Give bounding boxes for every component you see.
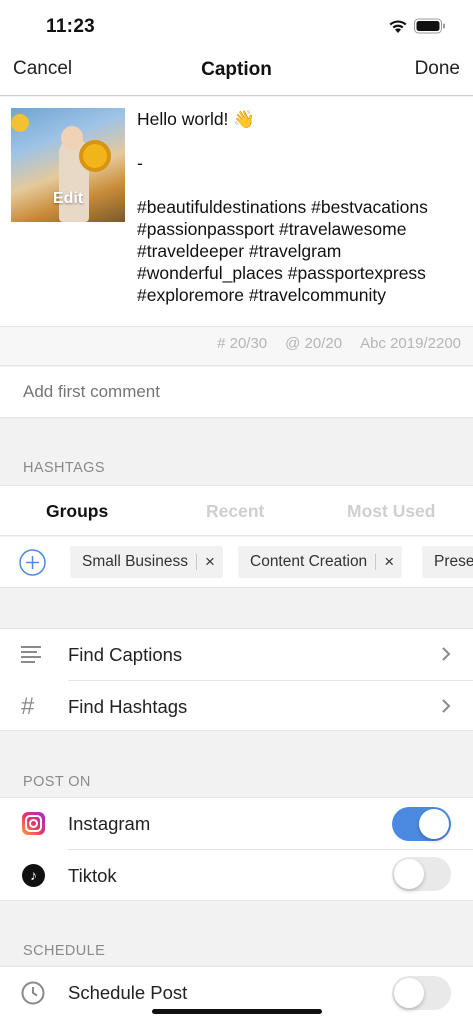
platform-label: Tiktok <box>68 865 117 886</box>
character-count: Abc 2019/2200 <box>360 335 461 352</box>
caption-line: #exploremore #travelcommunity <box>137 285 386 305</box>
status-time: 11:23 <box>46 16 96 37</box>
schedule-toggle[interactable] <box>392 976 451 1010</box>
caption-line: - <box>137 153 143 173</box>
find-captions-row[interactable]: Find Captions <box>0 629 473 681</box>
chip-label: Content Creation <box>250 553 368 570</box>
wifi-icon <box>389 20 407 33</box>
find-hashtags-label: Find Hashtags <box>68 696 188 717</box>
find-hashtags-row[interactable]: # Find Hashtags <box>0 681 473 732</box>
hashtags-header: HASHTAGS <box>23 460 105 476</box>
post-on-header: POST ON <box>23 774 91 790</box>
chevron-right-icon <box>442 699 451 713</box>
chip-label: Small Business <box>82 553 188 570</box>
hashtag-group-chip[interactable]: Content Creation × <box>238 546 403 578</box>
hashtag-icon: # <box>21 693 35 720</box>
nav-bar: Caption Cancel Done <box>0 52 473 96</box>
first-comment-input[interactable] <box>23 382 443 402</box>
caption-line: Hello world! 👋 <box>137 109 256 129</box>
chip-label: Prese <box>434 553 473 570</box>
hashtag-group-chip[interactable]: Small Business × <box>70 546 223 578</box>
remove-chip-icon[interactable]: × <box>376 552 402 572</box>
schedule-section: Schedule Post <box>0 966 473 1024</box>
chevron-right-icon <box>442 647 451 661</box>
find-captions-label: Find Captions <box>68 644 183 665</box>
first-comment-row <box>0 367 473 418</box>
instagram-toggle[interactable] <box>392 807 451 841</box>
caption-line: #wonderful_places #passportexpress <box>137 263 426 283</box>
tiktok-icon: ♪ <box>22 864 45 887</box>
caption-line: #beautifuldestinations #bestvacations <box>137 197 428 217</box>
add-group-icon[interactable] <box>19 549 46 576</box>
post-on-list: Instagram ♪ Tiktok <box>0 797 473 901</box>
hashtag-count: # 20/30 <box>217 335 268 352</box>
thumbnail-photo-detail <box>11 114 29 132</box>
thumbnail-photo-head <box>61 126 83 150</box>
schedule-header: SCHEDULE <box>23 943 106 959</box>
caption-line: #passionpassport #travelawesome <box>137 219 407 239</box>
finder-menu: Find Captions # Find Hashtags <box>0 628 473 731</box>
remove-chip-icon[interactable]: × <box>197 552 223 572</box>
cancel-button[interactable]: Cancel <box>13 58 72 80</box>
hashtag-group-chip[interactable]: Prese <box>422 546 473 578</box>
post-thumbnail[interactable]: Edit <box>11 108 125 222</box>
schedule-post-label: Schedule Post <box>68 982 188 1003</box>
clock-icon <box>21 981 45 1005</box>
platform-row-tiktok: ♪ Tiktok <box>0 850 473 901</box>
tab-groups[interactable]: Groups <box>46 501 108 522</box>
edit-thumbnail-label[interactable]: Edit <box>11 190 125 208</box>
thumbnail-photo-flower <box>83 144 107 168</box>
caption-line: #traveldeeper #travelgram <box>137 241 342 261</box>
caption-textarea[interactable]: Hello world! 👋 - #beautifuldestinations … <box>137 108 467 306</box>
mention-count: @ 20/20 <box>285 335 343 352</box>
hashtag-tabs: Groups Recent Most Used <box>0 485 473 536</box>
tiktok-toggle[interactable] <box>392 857 451 891</box>
status-bar: 11:23 <box>0 0 473 52</box>
platform-label: Instagram <box>68 813 151 834</box>
battery-icon <box>414 18 445 34</box>
done-button[interactable]: Done <box>415 58 460 80</box>
text-lines-icon <box>21 646 41 663</box>
caption-counters: # 20/30 @ 20/20 Abc 2019/2200 <box>0 326 473 366</box>
instagram-icon <box>22 812 45 835</box>
tab-most-used[interactable]: Most Used <box>347 501 435 522</box>
tab-recent[interactable]: Recent <box>206 501 264 522</box>
hashtag-groups-row: Small Business × Content Creation × Pres… <box>0 537 473 588</box>
platform-row-instagram: Instagram <box>0 798 473 850</box>
home-indicator <box>152 1009 322 1014</box>
caption-section: Edit Hello world! 👋 - #beautifuldestinat… <box>0 97 473 326</box>
